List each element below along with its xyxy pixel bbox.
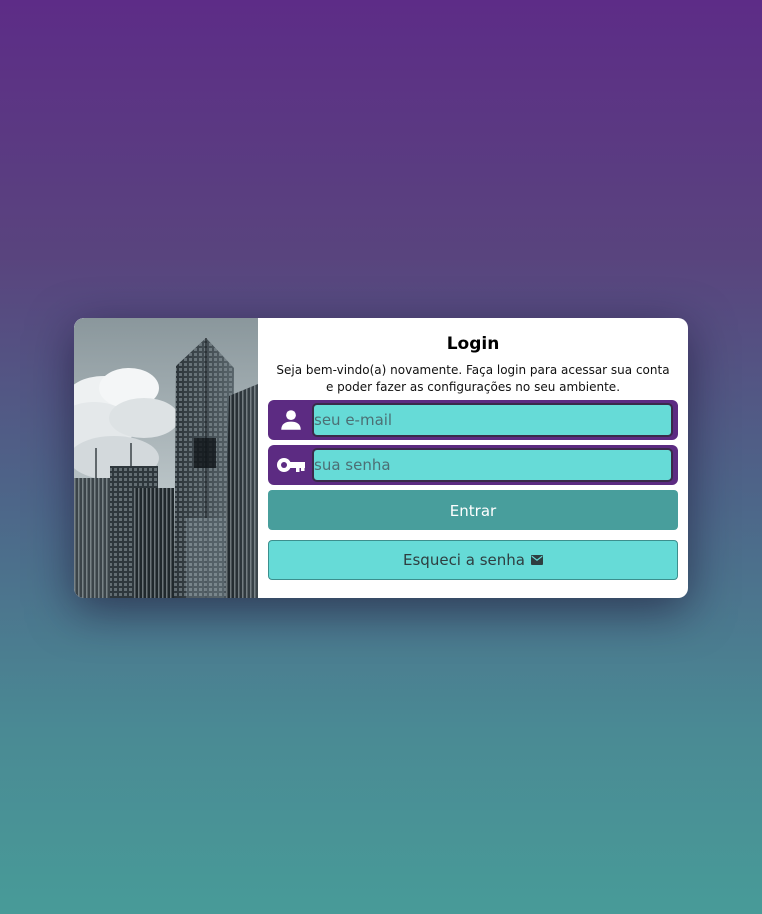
forgot-password-button[interactable]: Esqueci a senha: [268, 540, 678, 580]
login-card: Login Seja bem-vindo(a) novamente. Faça …: [74, 318, 688, 598]
envelope-icon: [530, 551, 543, 569]
password-input[interactable]: [312, 448, 673, 482]
city-buildings-image: [74, 318, 258, 598]
user-icon: [276, 406, 306, 434]
email-input[interactable]: [312, 403, 673, 437]
login-panel: Login Seja bem-vindo(a) novamente. Faça …: [268, 318, 678, 598]
password-field-group: [268, 445, 678, 485]
forgot-password-label: Esqueci a senha: [403, 551, 525, 569]
login-title: Login: [446, 334, 500, 354]
login-subtitle: Seja bem-vindo(a) novamente. Faça login …: [276, 363, 670, 394]
login-button[interactable]: Entrar: [268, 490, 678, 530]
email-field-group: [268, 400, 678, 440]
key-icon: [276, 451, 306, 479]
